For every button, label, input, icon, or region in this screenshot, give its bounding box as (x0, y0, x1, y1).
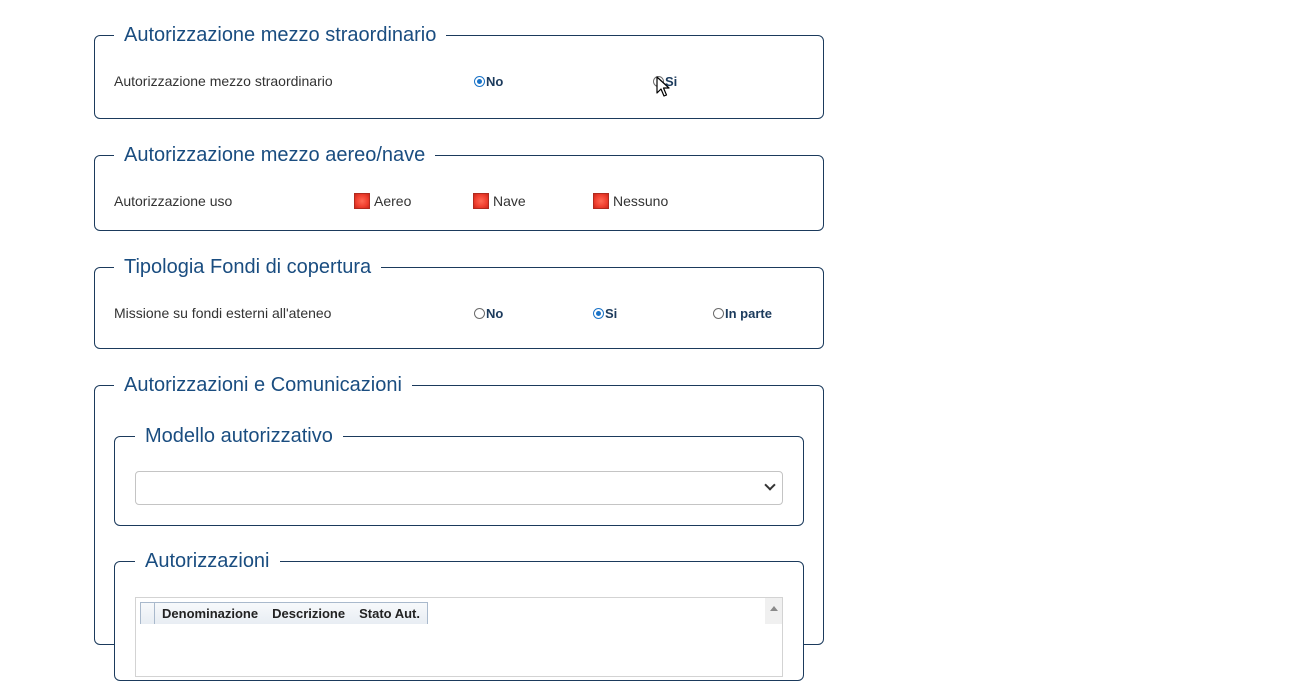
fieldset-autorizzazioni-comunicazioni: Autorizzazioni e Comunicazioni Modello a… (94, 373, 824, 681)
checkbox-nave[interactable]: Nave (473, 193, 526, 209)
radio-dot[interactable] (713, 308, 724, 319)
radio-fondi-si[interactable]: Si (593, 307, 617, 320)
radio-label: No (486, 74, 504, 89)
radio-dot-checked[interactable] (593, 308, 604, 319)
checkbox-aereo[interactable]: Aereo (354, 193, 411, 209)
checkbox-label: Aereo (374, 193, 412, 209)
radio-dot[interactable] (474, 308, 485, 319)
radio-label: No (486, 306, 504, 321)
column-header-denominazione[interactable]: Denominazione (155, 606, 265, 621)
fieldset-modello-autorizzativo: Modello autorizzativo (114, 424, 804, 526)
straordinario-label: Autorizzazione mezzo straordinario (114, 73, 333, 89)
column-header-stato-aut[interactable]: Stato Aut. (352, 606, 427, 621)
fieldset-legend: Modello autorizzativo (135, 424, 343, 448)
fieldset-aereo-nave: Autorizzazione mezzo aereo/nave Autorizz… (94, 143, 824, 231)
checkbox-box[interactable] (593, 193, 609, 209)
radio-fondi-no[interactable]: No (474, 307, 503, 320)
fondi-label: Missione su fondi esterni all'ateneo (114, 305, 332, 321)
modello-select[interactable] (135, 471, 783, 505)
checkbox-nessuno[interactable]: Nessuno (593, 193, 668, 209)
fieldset-legend: Tipologia Fondi di copertura (114, 255, 382, 279)
chevron-down-icon[interactable] (764, 479, 776, 491)
radio-dot-checked[interactable] (474, 76, 485, 87)
fieldset-legend: Autorizzazione mezzo straordinario (114, 23, 447, 47)
scroll-up-arrow-icon[interactable] (765, 598, 782, 624)
radio-label: Si (605, 306, 618, 321)
autorizzazioni-grid[interactable]: Denominazione Descrizione Stato Aut. (135, 597, 783, 677)
fieldset-legend: Autorizzazioni e Comunicazioni (114, 373, 412, 397)
column-header-descrizione[interactable]: Descrizione (265, 606, 352, 621)
checkbox-box[interactable] (354, 193, 370, 209)
fieldset-legend: Autorizzazioni (135, 549, 280, 573)
radio-straordinario-no[interactable]: No (474, 75, 503, 88)
checkbox-box[interactable] (473, 193, 489, 209)
uso-label: Autorizzazione uso (114, 193, 233, 209)
radio-label: In parte (725, 306, 772, 321)
row-selector-column[interactable] (143, 603, 156, 624)
fieldset-legend: Autorizzazione mezzo aereo/nave (114, 143, 436, 167)
fieldset-autorizzazioni: Autorizzazioni Denominazione Descrizione… (114, 549, 804, 681)
checkbox-label: Nessuno (613, 193, 669, 209)
radio-fondi-in-parte[interactable]: In parte (713, 307, 772, 320)
fieldset-mezzo-straordinario: Autorizzazione mezzo straordinario Autor… (94, 23, 824, 119)
grid-header: Denominazione Descrizione Stato Aut. (140, 602, 428, 624)
checkbox-label: Nave (493, 193, 526, 209)
mouse-pointer-icon (656, 76, 670, 97)
fieldset-fondi-copertura: Tipologia Fondi di copertura Missione su… (94, 255, 824, 349)
